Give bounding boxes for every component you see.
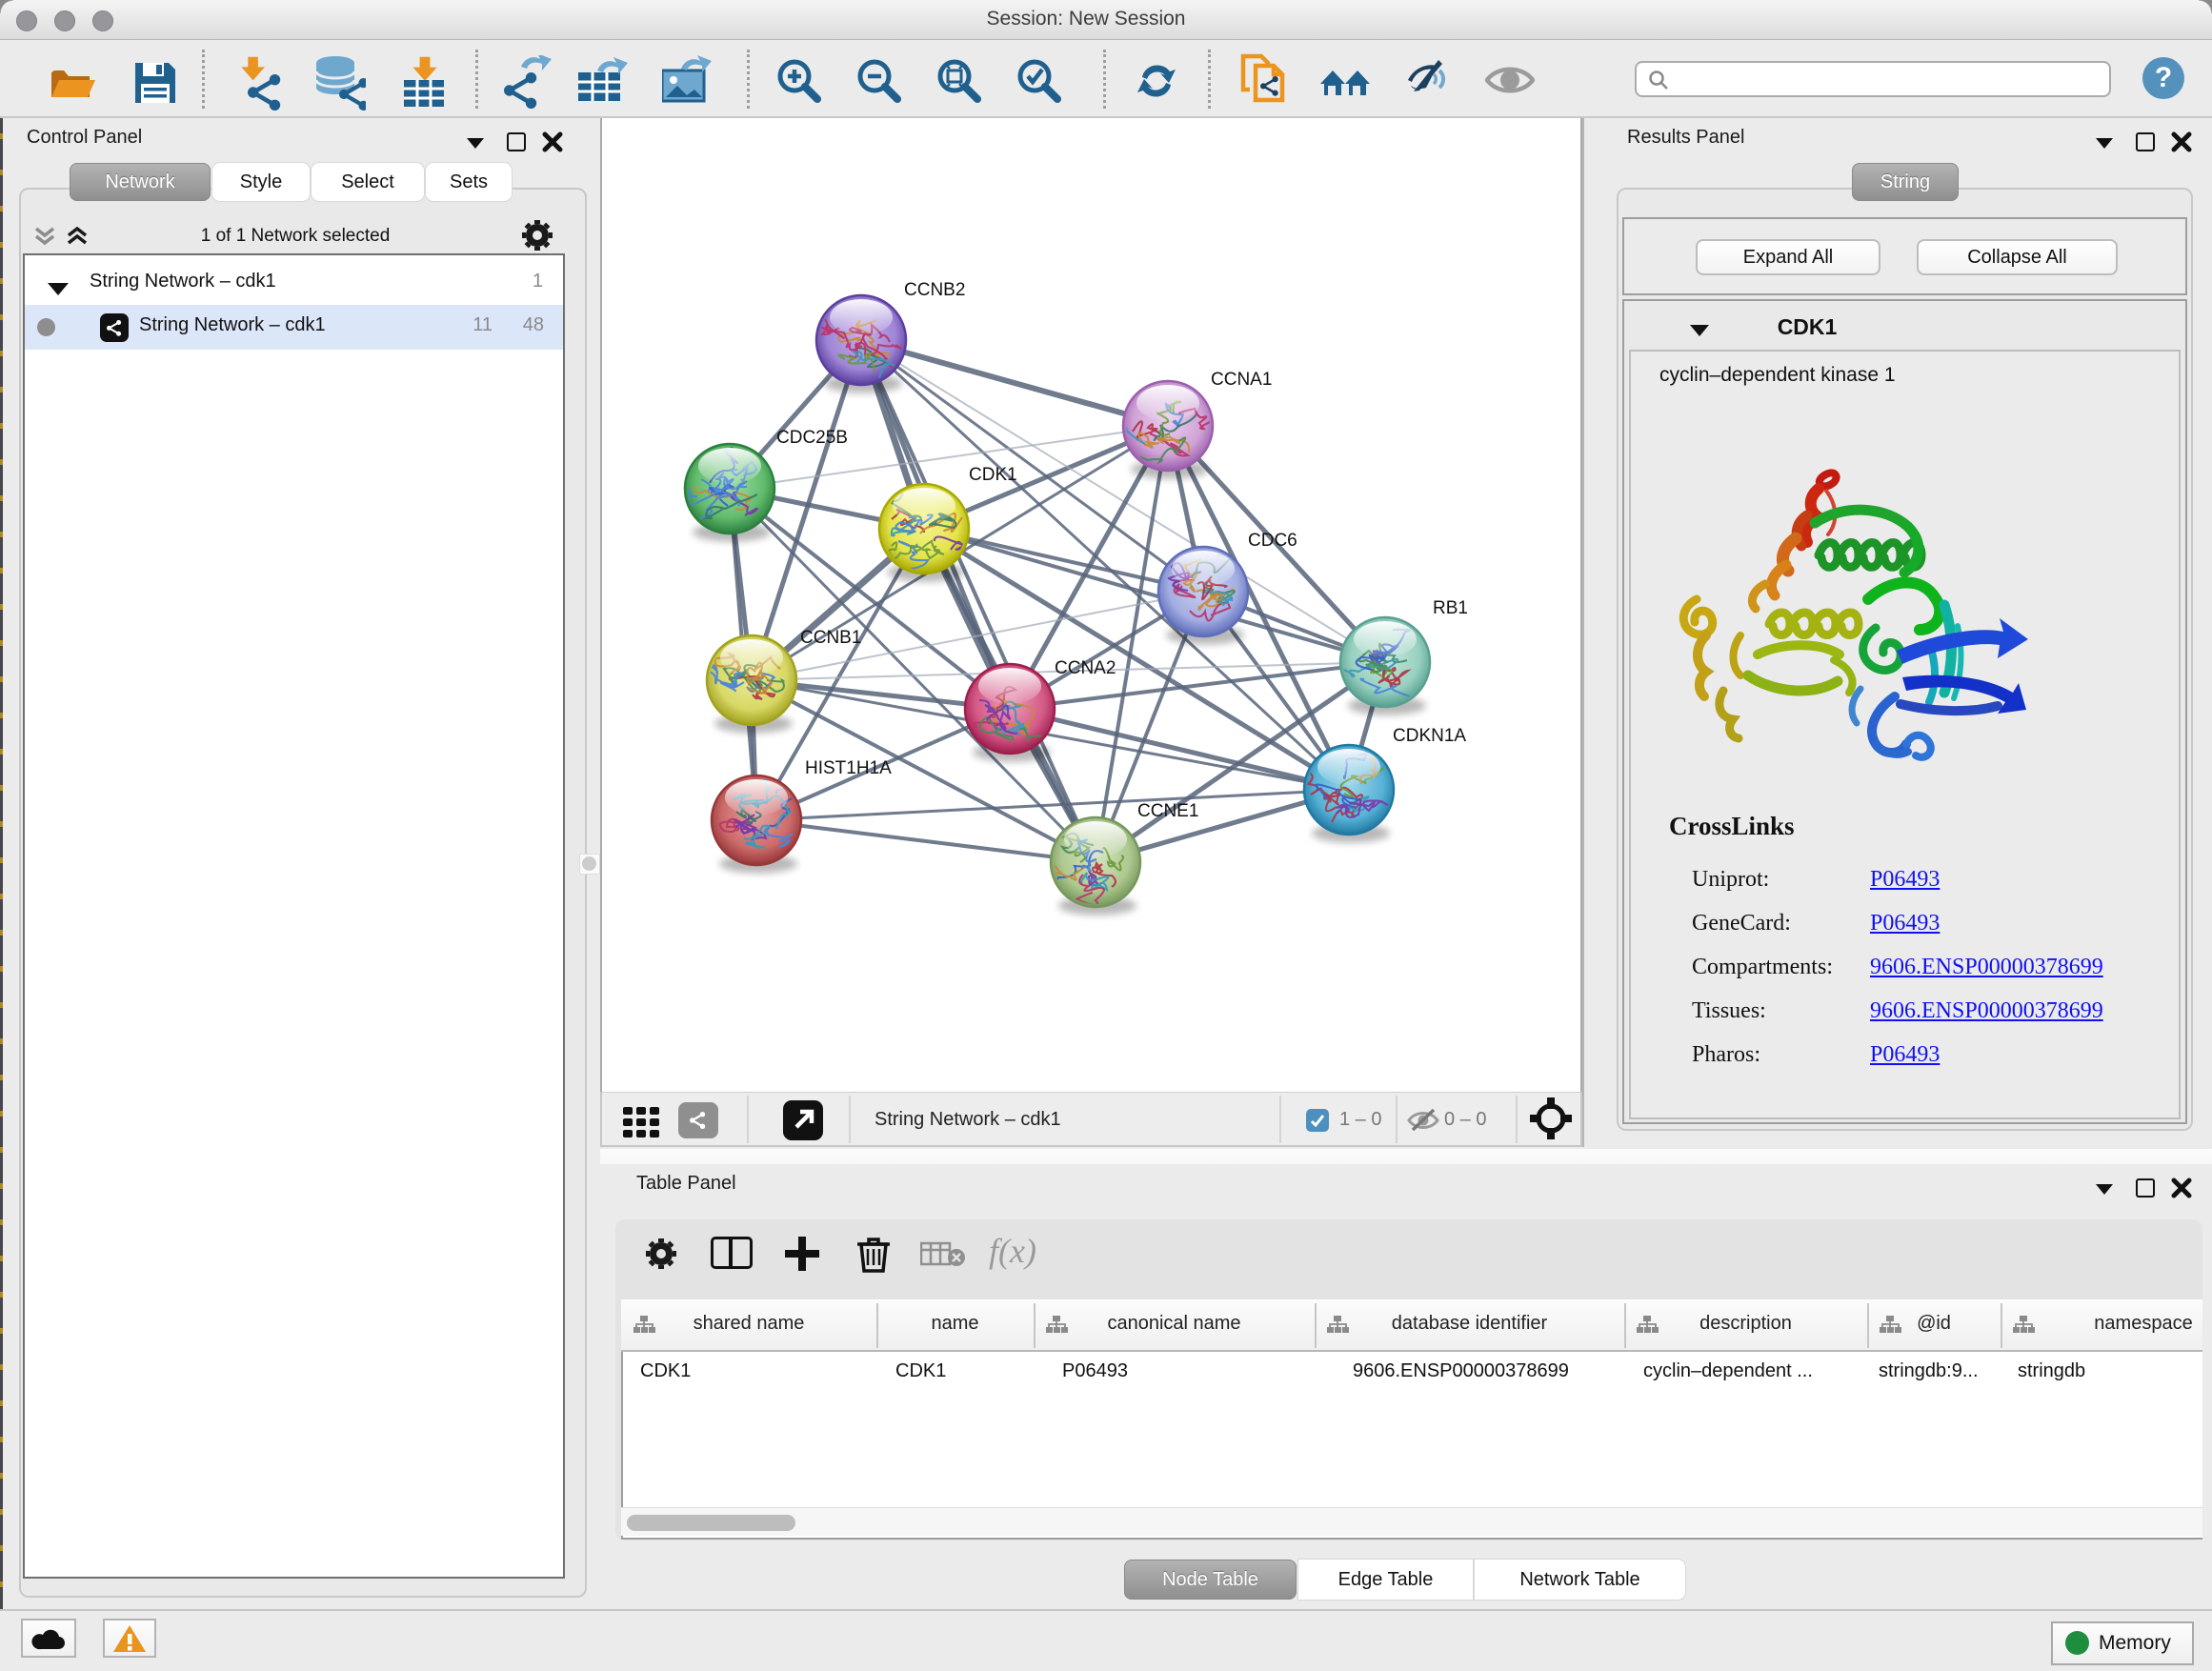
svg-text:HIST1H1A: HIST1H1A <box>805 758 892 778</box>
svg-text:CDKN1A: CDKN1A <box>1393 726 1466 746</box>
svg-text:CCNE1: CCNE1 <box>1137 801 1198 821</box>
svg-text:CCNB1: CCNB1 <box>800 628 861 648</box>
svg-text:CDC6: CDC6 <box>1248 531 1297 551</box>
svg-text:CDK1: CDK1 <box>969 465 1017 485</box>
svg-text:CCNA2: CCNA2 <box>1055 658 1116 678</box>
svg-text:CCNA1: CCNA1 <box>1211 370 1272 390</box>
svg-text:CDC25B: CDC25B <box>776 428 848 448</box>
svg-text:RB1: RB1 <box>1433 598 1468 618</box>
svg-text:CCNB2: CCNB2 <box>904 280 965 300</box>
